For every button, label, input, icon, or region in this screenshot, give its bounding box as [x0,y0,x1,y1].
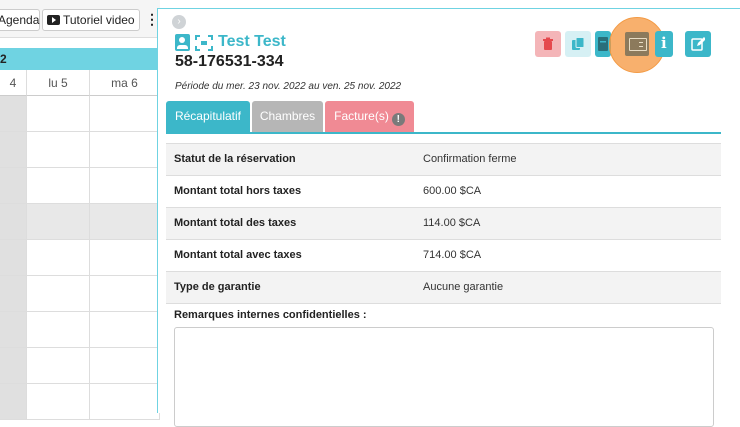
week-label: 2 [0,52,7,66]
table-row: Montant total avec taxes 714.00 $CA [166,239,721,271]
day-header: ma 6 [90,70,160,96]
document-icon [598,37,608,51]
row-label: Montant total hors taxes [174,185,302,197]
copy-icon [572,37,585,50]
scan-icon[interactable] [195,35,213,51]
calendar-cell[interactable] [27,384,90,419]
table-row: Statut de la réservation Confirmation fe… [166,143,721,175]
calendar-cell[interactable] [27,312,90,347]
agenda-button[interactable]: Agenda [0,9,40,31]
calendar-cell[interactable] [90,168,160,203]
calendar-row [0,276,160,312]
stay-period: Période du mer. 23 nov. 2022 au ven. 25 … [175,81,402,92]
calendar-toolbar: Agenda Tutoriel video ⋮ [0,0,160,38]
delete-icon [543,37,553,50]
client-name[interactable]: Test Test [218,33,286,51]
edit-icon [691,37,705,51]
row-label: Montant total des taxes [174,217,297,229]
summary-table: Statut de la réservation Confirmation fe… [166,143,721,427]
payment-card-button[interactable] [625,32,649,56]
reservation-number: 58-176531-334 [175,53,284,70]
row-value: Aucune garantie [423,281,504,293]
remarks-label: Remarques internes confidentielles : [174,309,367,321]
tutorial-video-label: Tutoriel video [63,13,135,27]
calendar-row [0,204,160,240]
warning-icon: ! [391,113,405,126]
tab-invoices-label: Facture(s) [334,109,389,123]
calendar-row [0,168,160,204]
row-label: Type de garantie [174,281,261,293]
calendar-cell[interactable] [90,96,160,131]
calendar-cell[interactable] [90,132,160,167]
delete-button[interactable] [535,31,561,57]
row-value: Confirmation ferme [423,153,517,165]
row-label: Statut de la réservation [174,153,296,165]
calendar-row [0,240,160,276]
calendar-cell[interactable] [27,168,90,203]
calendar-cell[interactable] [27,348,90,383]
calendar-row [0,96,160,132]
calendar-cell[interactable] [0,204,27,239]
table-row: Montant total hors taxes 600.00 $CA [166,175,721,207]
calendar-cell[interactable] [27,240,90,275]
remarks-textarea[interactable] [174,327,714,427]
row-value: 600.00 $CA [423,185,482,197]
tab-summary[interactable]: Récapitulatif [166,101,250,132]
calendar-row [0,312,160,348]
day-header: 4 [0,70,27,96]
calendar-row [0,132,160,168]
calendar-cell[interactable] [0,312,27,347]
close-panel-icon[interactable]: › [172,15,186,29]
calendar-cell[interactable] [0,384,27,419]
info-icon: i [661,34,667,52]
calendar-cell[interactable] [90,204,160,239]
calendar-cell[interactable] [0,348,27,383]
calendar-cell[interactable] [0,96,27,131]
calendar-cell[interactable] [27,204,90,239]
reservation-tabs: Récapitulatif Chambres Facture(s)! [166,101,721,134]
calendar-cell[interactable] [90,384,160,419]
calendar-cell[interactable] [27,132,90,167]
calendar-cell[interactable] [90,348,160,383]
tutorial-video-button[interactable]: Tutoriel video [42,9,140,31]
calendar-cell[interactable] [90,312,160,347]
copy-button[interactable] [565,31,591,57]
calendar-cell[interactable] [90,276,160,311]
tab-invoices[interactable]: Facture(s)! [325,101,414,132]
reservation-panel: › Test Test 58-176531-334 Période du mer… [157,8,740,427]
row-value: 714.00 $CA [423,249,482,261]
client-profile-icon[interactable] [175,34,190,51]
youtube-icon [47,15,60,25]
calendar-cell[interactable] [0,276,27,311]
row-label: Montant total avec taxes [174,249,302,261]
calendar-cell[interactable] [0,240,27,275]
remarks-section: Remarques internes confidentielles : [166,303,721,427]
calendar-row [0,348,160,384]
calendar-cell[interactable] [90,240,160,275]
calendar-cell[interactable] [0,168,27,203]
table-row: Type de garantie Aucune garantie [166,271,721,303]
table-row: Montant total des taxes 114.00 $CA [166,207,721,239]
calendar-cell[interactable] [27,96,90,131]
tab-rooms[interactable]: Chambres [252,101,323,132]
edit-button[interactable] [685,31,711,57]
week-header: 2 [0,48,160,70]
calendar-cell[interactable] [0,132,27,167]
row-value: 114.00 $CA [423,217,481,229]
info-button[interactable]: i [655,31,673,57]
calendar-row [0,384,160,420]
calendar-cell[interactable] [27,276,90,311]
calendar-grid [0,96,160,420]
day-header: lu 5 [27,70,90,96]
